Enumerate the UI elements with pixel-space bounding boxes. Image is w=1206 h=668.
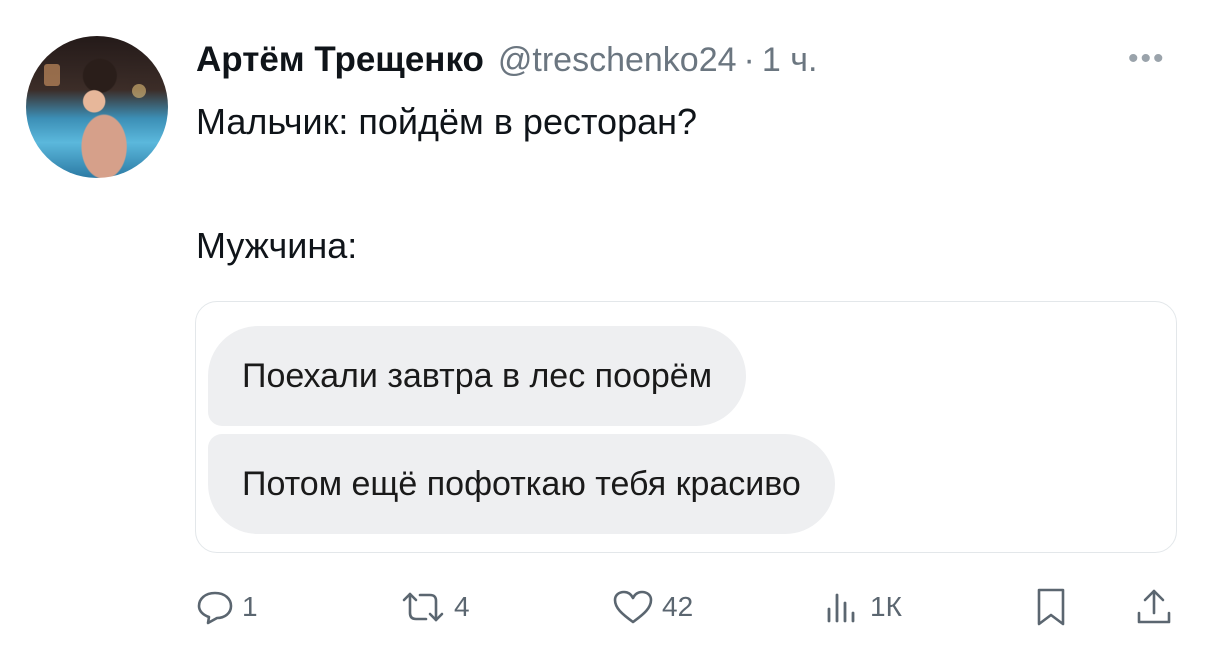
repost-icon xyxy=(400,589,446,625)
repost-count: 4 xyxy=(454,591,470,622)
views-button[interactable]: 1К xyxy=(822,582,902,632)
reply-count: 1 xyxy=(242,591,258,622)
tweet-header: Артём Трещенко @treschenko24 · 1 ч. xyxy=(196,36,817,84)
separator-dot: · xyxy=(743,40,755,79)
avatar[interactable] xyxy=(26,36,168,178)
views-count: 1К xyxy=(870,591,902,622)
like-button[interactable]: 42 xyxy=(612,582,693,632)
views-chart-icon xyxy=(822,589,862,625)
tweet-text-line-1: Мальчик: пойдём в ресторан? xyxy=(196,101,698,142)
reply-button[interactable]: 1 xyxy=(196,582,258,632)
reply-icon xyxy=(196,589,234,625)
share-icon xyxy=(1134,587,1174,627)
message-bubble: Потом ещё пофоткаю тебя красиво xyxy=(208,434,835,534)
bookmark-icon xyxy=(1032,587,1070,627)
more-options-icon[interactable]: ••• xyxy=(1128,42,1166,76)
share-button[interactable] xyxy=(1134,582,1174,632)
author-handle[interactable]: @treschenko24 xyxy=(498,41,737,80)
repost-button[interactable]: 4 xyxy=(400,582,470,632)
tweet-actions: 1 4 42 1К xyxy=(196,582,1176,632)
heart-icon xyxy=(612,589,654,625)
tweet-media-card[interactable]: Поехали завтра в лес поорём Потом ещё по… xyxy=(195,301,1177,553)
author-name[interactable]: Артём Трещенко xyxy=(196,40,484,80)
tweet-time[interactable]: 1 ч. xyxy=(762,41,818,80)
avatar-light-decoration xyxy=(132,84,146,98)
message-bubble: Поехали завтра в лес поорём xyxy=(208,326,747,426)
tweet-text-line-2: Мужчина: xyxy=(196,225,358,266)
bookmark-button[interactable] xyxy=(1032,582,1070,632)
avatar-light-decoration xyxy=(44,64,60,86)
like-count: 42 xyxy=(662,591,694,622)
